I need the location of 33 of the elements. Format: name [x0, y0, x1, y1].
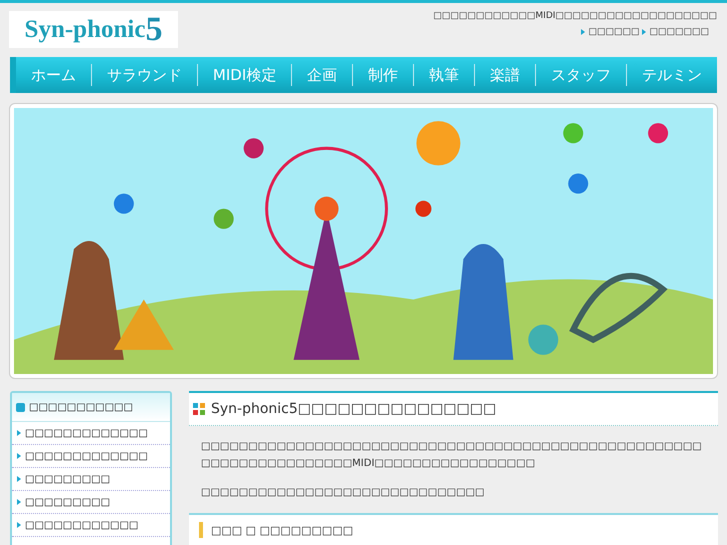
play-icon: [16, 402, 25, 412]
nav-item[interactable]: 制作: [353, 64, 414, 86]
arrow-icon: [17, 476, 21, 482]
arrow-icon: [17, 430, 21, 436]
subheading: □□□ □ □□□□□□□□□: [211, 524, 354, 536]
sidebar-link[interactable]: □□□□□□□□□□□□: [25, 520, 138, 530]
nav-item[interactable]: ホーム: [16, 64, 92, 86]
header-link[interactable]: □□□□□□: [588, 27, 640, 37]
sidebar-link[interactable]: □□□□□□□□□: [25, 496, 110, 508]
header-tagline: □□□□□□□□□□□□MIDI□□□□□□□□□□□□□□□□□□□: [433, 11, 717, 21]
nav-item[interactable]: テルミン: [627, 64, 718, 86]
nav-item[interactable]: MIDI検定: [198, 64, 292, 86]
site-logo[interactable]: Syn-phonic5: [9, 11, 178, 48]
arrow-icon: [17, 453, 21, 459]
arrow-icon: [17, 499, 21, 505]
arrow-icon: [642, 29, 646, 35]
body-paragraph: □□□□□□□□□□□□□□□□□□□□□□□□□□□□□□□□□□□□□□□□□□□□□□□□□□□□□□□□□□□□□□□□□□□□□MIDI□□□□□□□□□□□□□□□□□: [201, 440, 703, 471]
nav-item[interactable]: サラウンド: [92, 64, 198, 86]
sidebar-link[interactable]: □□□□□□□□□: [25, 474, 110, 484]
sidebar-title: □□□□□□□□□□□: [29, 402, 133, 412]
header-link[interactable]: □□□□□□□: [649, 27, 709, 37]
four-squares-icon: [193, 403, 205, 415]
accent-bar: [199, 522, 203, 538]
sidebar-link[interactable]: □□□□□□□□□□□□□: [25, 450, 148, 462]
nav-item[interactable]: 執筆: [414, 64, 476, 86]
body-paragraph: □□□□□□□□□□□□□□□□□□□□□□□□□□□□□□: [201, 486, 486, 500]
sidebar-link[interactable]: □□□□□□□□□□□□□: [25, 428, 148, 438]
nav-item[interactable]: 楽譜: [475, 64, 536, 86]
nav-item[interactable]: スタッフ: [536, 64, 628, 86]
arrow-icon: [17, 522, 21, 528]
arrow-icon: [581, 29, 586, 35]
nav-item[interactable]: 企画: [292, 64, 354, 86]
section-heading: Syn-phonic5□□□□□□□□□□□□□□□: [211, 401, 496, 417]
